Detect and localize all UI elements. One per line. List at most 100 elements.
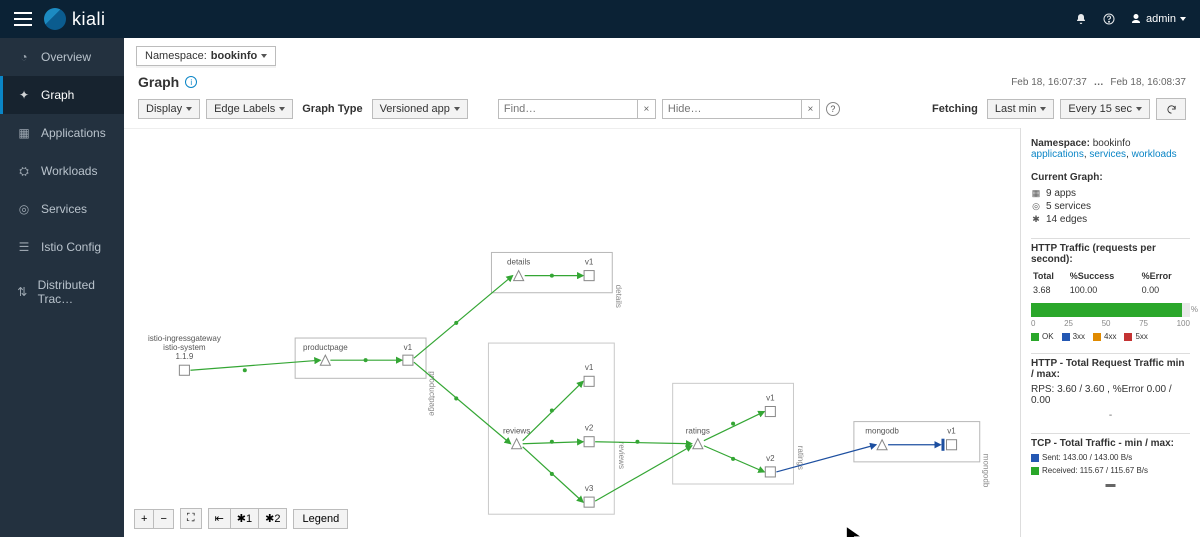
page-title: Graph — [138, 74, 179, 90]
refresh-interval-dropdown[interactable]: Every 15 sec — [1060, 99, 1150, 119]
chevron-down-icon — [261, 54, 267, 58]
find-group: × — [498, 99, 656, 119]
trace-icon: ⇅ — [17, 285, 28, 299]
fit-button[interactable]: ⛶ — [181, 509, 201, 528]
hide-clear-button[interactable]: × — [802, 99, 820, 119]
sidebar-item-overview[interactable]: ◔ Overview — [0, 38, 124, 76]
logo-mark-icon — [44, 8, 66, 30]
topbar-left: kiali — [14, 8, 106, 30]
bell-icon[interactable] — [1074, 12, 1088, 26]
sidebar-item-applications[interactable]: ▦ Applications — [0, 114, 124, 152]
topbar-right: admin — [1074, 12, 1186, 26]
node-reviews-v2-label: v2 — [585, 424, 594, 433]
namespace-row: Namespace: bookinfo — [124, 38, 1200, 66]
sidebar-item-services[interactable]: ◎ Services — [0, 190, 124, 228]
node-ingress[interactable] — [179, 365, 189, 375]
node-mongodb-label: mongodb — [865, 427, 899, 436]
zoom-in-button[interactable]: + — [135, 510, 154, 528]
workload-ratings-v2[interactable] — [765, 467, 775, 477]
sparkline-placeholder-2: ▬ — [1031, 479, 1190, 490]
workload-reviews-v1[interactable] — [584, 376, 594, 386]
graph-toolbar: Display Edge Labels Graph Type Versioned… — [124, 94, 1200, 128]
node-ingress-sub1: istio-system — [163, 343, 206, 352]
link-services[interactable]: services — [1089, 149, 1126, 160]
namespace-selector[interactable]: Namespace: bookinfo — [136, 46, 276, 66]
node-ratings-label: ratings — [686, 427, 710, 436]
node-mongodb-v1-label: v1 — [947, 427, 956, 436]
menu-toggle[interactable] — [14, 12, 32, 26]
hide-input[interactable] — [662, 99, 802, 119]
edge-labels-dropdown[interactable]: Edge Labels — [206, 99, 293, 119]
axis-25: 25 — [1064, 319, 1073, 328]
sidebar-item-workloads[interactable]: ⛭ Workloads — [0, 152, 124, 190]
workload-reviews-v3[interactable] — [584, 497, 594, 507]
workload-details-v1[interactable] — [584, 271, 594, 281]
brand-logo: kiali — [44, 8, 106, 30]
find-input[interactable] — [498, 99, 638, 119]
zoom-out-button[interactable]: − — [154, 510, 172, 528]
stat-apps-text: 9 apps — [1046, 188, 1076, 199]
chevron-down-icon — [1180, 17, 1186, 21]
node-ingress-sub2: 1.1.9 — [175, 352, 193, 361]
chevron-down-icon — [186, 107, 192, 111]
time-sep: … — [1090, 77, 1108, 88]
display-dropdown[interactable]: Display — [138, 99, 200, 119]
tcp-badge-icon — [941, 439, 944, 451]
tcp-sent: Sent: 143.00 / 143.00 B/s — [1042, 453, 1132, 462]
current-graph-title: Current Graph: — [1031, 172, 1190, 183]
namespace-label: Namespace: — [145, 50, 207, 62]
node-productpage-label: productpage — [303, 343, 348, 352]
tachometer-icon: ◔ — [17, 50, 31, 64]
workload-mongodb-v1[interactable] — [947, 440, 957, 450]
http-req-line: RPS: 3.60 / 3.60 , %Error 0.00 / 0.00 — [1031, 384, 1190, 406]
stat-services: ◎5 services — [1031, 200, 1190, 213]
time-from: Feb 18, 16:07:37 — [1011, 77, 1087, 88]
node-reviews-label: reviews — [503, 427, 530, 436]
workload-reviews-v2[interactable] — [584, 437, 594, 447]
http-req-title: HTTP - Total Request Traffic min / max: — [1031, 358, 1190, 380]
main: Namespace: bookinfo Graph i Feb 18, 16:0… — [124, 38, 1200, 537]
user-name: admin — [1146, 13, 1176, 25]
graph-type-dropdown[interactable]: Versioned app — [372, 99, 468, 119]
link-applications[interactable]: applications — [1031, 149, 1084, 160]
help-icon[interactable] — [1102, 12, 1116, 26]
http-traffic-title: HTTP Traffic (requests per second): — [1031, 243, 1190, 265]
node-reviews-v1-label: v1 — [585, 363, 594, 372]
node-ratings-v2-label: v2 — [766, 454, 775, 463]
info-icon[interactable]: i — [185, 76, 197, 88]
axis-0: 0 — [1031, 319, 1035, 328]
layout-3-button[interactable]: ✱2 — [259, 509, 286, 528]
graph-canvas[interactable]: istio-ingressgateway istio-system 1.1.9 … — [124, 128, 1020, 537]
graph-icon: ✦ — [17, 88, 31, 102]
panel-ns-label: Namespace: — [1031, 138, 1090, 149]
user-menu[interactable]: admin — [1130, 13, 1186, 25]
find-clear-button[interactable]: × — [638, 99, 656, 119]
stat-edges-text: 14 edges — [1046, 214, 1087, 225]
graph-type-value: Versioned app — [380, 103, 450, 115]
layout-2-button[interactable]: ✱1 — [231, 509, 259, 528]
workload-ratings-v1[interactable] — [765, 406, 775, 416]
legend-4xx: 4xx — [1104, 332, 1116, 341]
workload-productpage-v1[interactable] — [403, 355, 413, 365]
graph-type-label: Graph Type — [299, 103, 365, 115]
tcp-recv: Received: 115.67 / 115.67 B/s — [1042, 466, 1148, 475]
display-label: Display — [146, 103, 182, 115]
stat-services-text: 5 services — [1046, 201, 1091, 212]
link-workloads[interactable]: workloads — [1132, 149, 1177, 160]
topbar: kiali admin — [0, 0, 1200, 38]
sidebar-item-distributed-tracing[interactable]: ⇅ Distributed Trac… — [0, 266, 124, 318]
sidebar-item-label: Istio Config — [41, 240, 101, 254]
hide-group: × — [662, 99, 820, 119]
duration-dropdown[interactable]: Last min — [987, 99, 1055, 119]
refresh-button[interactable] — [1156, 98, 1186, 120]
node-ratings-v1-label: v1 — [766, 393, 775, 402]
td-total: 3.68 — [1031, 283, 1068, 297]
group-details-label: details — [614, 285, 623, 308]
sidebar: ◔ Overview ✦ Graph ▦ Applications ⛭ Work… — [0, 38, 124, 537]
legend-button[interactable]: Legend — [293, 509, 348, 529]
sidebar-item-graph[interactable]: ✦ Graph — [0, 76, 124, 114]
toolbar-help-icon[interactable]: ? — [826, 102, 840, 116]
refresh-icon — [1164, 102, 1178, 116]
sidebar-item-istio-config[interactable]: ☰ Istio Config — [0, 228, 124, 266]
layout-1-button[interactable]: ⇤ — [209, 509, 231, 528]
